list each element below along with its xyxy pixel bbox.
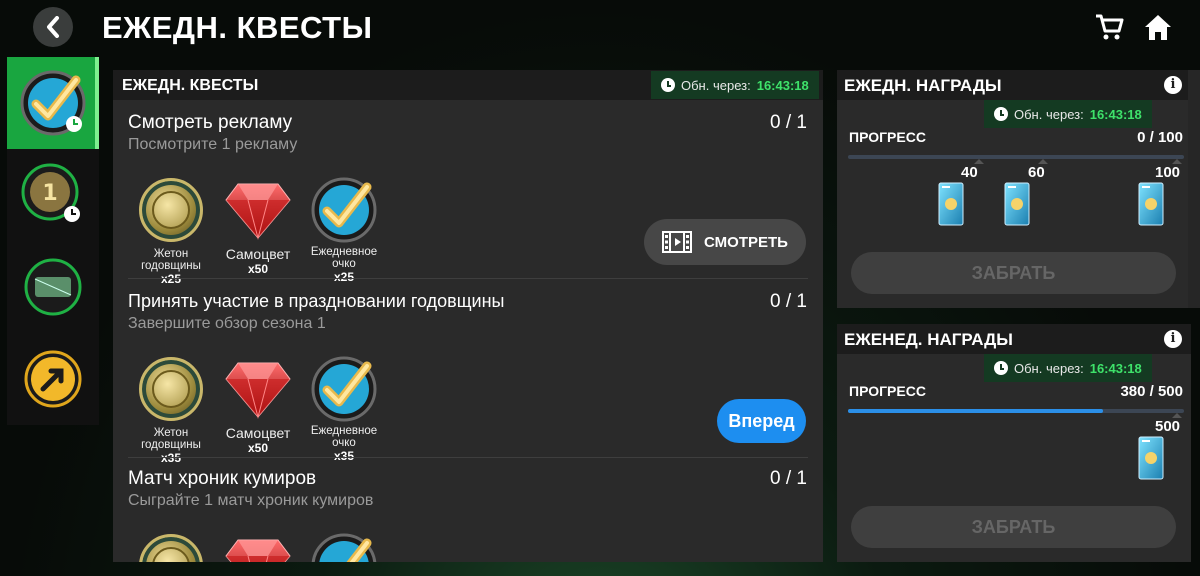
- milestone-label: 100: [1155, 164, 1181, 181]
- clock-icon: [994, 107, 1008, 121]
- daily-refresh-timer: Обн. через: 16:43:18: [984, 100, 1152, 128]
- progress-label: ПРОГРЕСС: [849, 383, 926, 399]
- progress-label: ПРОГРЕСС: [849, 129, 926, 145]
- watch-ad-button[interactable]: СМОТРЕТЬ: [644, 219, 806, 265]
- cart-icon[interactable]: [1094, 12, 1124, 42]
- quest-desc: Сыграйте 1 матч хроник кумиров: [128, 492, 374, 509]
- quest-count: 0 / 1: [770, 112, 807, 133]
- quest-panel: ЕЖЕДН. КВЕСТЫ Обн. через: 16:43:18 Смотр…: [113, 70, 823, 562]
- reward-gem: Самоцвет x50: [215, 355, 301, 455]
- reward-pack-icon[interactable]: [1138, 182, 1164, 226]
- gem-icon: [224, 536, 292, 562]
- reward-anniversary-token: [128, 532, 214, 562]
- reward-pack-icon[interactable]: [1004, 182, 1030, 226]
- daily-point-icon: [311, 356, 377, 422]
- anniversary-token-icon: [139, 534, 203, 562]
- info-icon[interactable]: i: [1164, 330, 1182, 348]
- milestone-label: 40: [961, 164, 978, 181]
- daily-rewards-title: ЕЖЕДН. НАГРАДЫ: [844, 76, 1002, 95]
- divider: [128, 278, 808, 279]
- film-icon: [662, 231, 693, 253]
- token-clock-icon: 1: [21, 163, 80, 222]
- reward-daily-point: Ежедневное очко x25: [301, 176, 387, 284]
- pitch-icon: [24, 258, 82, 316]
- daily-point-icon: [311, 533, 377, 562]
- gem-icon: [224, 359, 292, 419]
- reward-pack-icon[interactable]: [938, 182, 964, 226]
- daily-claim-button[interactable]: ЗАБРАТЬ: [851, 252, 1176, 294]
- weekly-refresh-timer: Обн. через: 16:43:18: [984, 354, 1152, 382]
- reward-anniversary-token: Жетон годовщины x35: [128, 355, 214, 465]
- weekly-rewards-title: ЕЖЕНЕД. НАГРАДЫ: [844, 330, 1013, 349]
- weekly-rewards-panel: ЕЖЕНЕД. НАГРАДЫ i Обн. через: 16:43:18 П…: [837, 324, 1191, 562]
- quest-title: Матч хроник кумиров: [128, 468, 317, 489]
- quest-title: Смотреть рекламу: [128, 112, 293, 133]
- chevron-left-icon: [47, 16, 59, 38]
- progress-bar: [848, 155, 1184, 159]
- sidebar: 1: [7, 57, 99, 425]
- reward-pack-icon[interactable]: [1138, 436, 1164, 480]
- quest-count: 0 / 1: [770, 468, 807, 489]
- timer-label: Обн. через:: [681, 77, 751, 93]
- go-button[interactable]: Вперед: [717, 399, 806, 443]
- progress-fill: [848, 409, 1104, 413]
- daily-point-icon: [311, 177, 377, 243]
- milestone-label: 500: [1155, 418, 1181, 435]
- reward-anniversary-token: Жетон годовщины x25: [128, 176, 214, 286]
- anniversary-token-icon: [139, 178, 203, 242]
- divider: [128, 457, 808, 458]
- sidebar-item-arrow[interactable]: [7, 333, 99, 425]
- clock-icon: [994, 361, 1008, 375]
- watch-ad-label: СМОТРЕТЬ: [704, 233, 788, 251]
- reward-daily-point: Ежедневное очко x35: [301, 355, 387, 463]
- quest-panel-title: ЕЖЕДН. КВЕСТЫ: [122, 77, 259, 94]
- sidebar-item-pitch[interactable]: [7, 241, 99, 333]
- back-button[interactable]: [33, 7, 73, 47]
- progress-value: 380 / 500: [1120, 383, 1183, 400]
- home-icon[interactable]: [1143, 12, 1173, 42]
- quest-desc: Завершите обзор сезона 1: [128, 315, 326, 332]
- page-title: ЕЖЕДН. КВЕСТЫ: [102, 10, 373, 45]
- clock-icon: [661, 78, 675, 92]
- progress-value: 0 / 100: [1137, 129, 1183, 146]
- weekly-claim-button[interactable]: ЗАБРАТЬ: [851, 506, 1176, 548]
- quest-refresh-timer: Обн. через: 16:43:18: [651, 71, 819, 99]
- quest-title: Принять участие в праздновании годовщины: [128, 291, 505, 311]
- check-badge-clock-icon: [20, 70, 86, 136]
- anniversary-token-icon: [139, 357, 203, 421]
- daily-rewards-panel: ЕЖЕДН. НАГРАДЫ i Обн. через: 16:43:18 ПР…: [837, 70, 1191, 308]
- sidebar-item-anniversary[interactable]: 1: [7, 149, 99, 241]
- quest-panel-header: ЕЖЕДН. КВЕСТЫ Обн. через: 16:43:18: [113, 70, 823, 100]
- timer-value: 16:43:18: [756, 77, 809, 93]
- progress-bar: [848, 409, 1184, 413]
- svg-text:1: 1: [42, 181, 57, 206]
- quest-desc: Посмотрите 1 рекламу: [128, 136, 298, 153]
- reward-gem: Самоцвет x50: [215, 176, 301, 276]
- reward-gem: [215, 532, 301, 562]
- panel-edge: [1188, 70, 1200, 308]
- milestone-label: 60: [1028, 164, 1045, 181]
- info-icon[interactable]: i: [1164, 76, 1182, 94]
- gem-icon: [224, 180, 292, 240]
- sidebar-item-daily-quests[interactable]: [7, 57, 99, 149]
- reward-daily-point: [301, 532, 387, 562]
- arrow-up-right-icon: [24, 350, 82, 408]
- quest-count: 0 / 1: [770, 291, 807, 312]
